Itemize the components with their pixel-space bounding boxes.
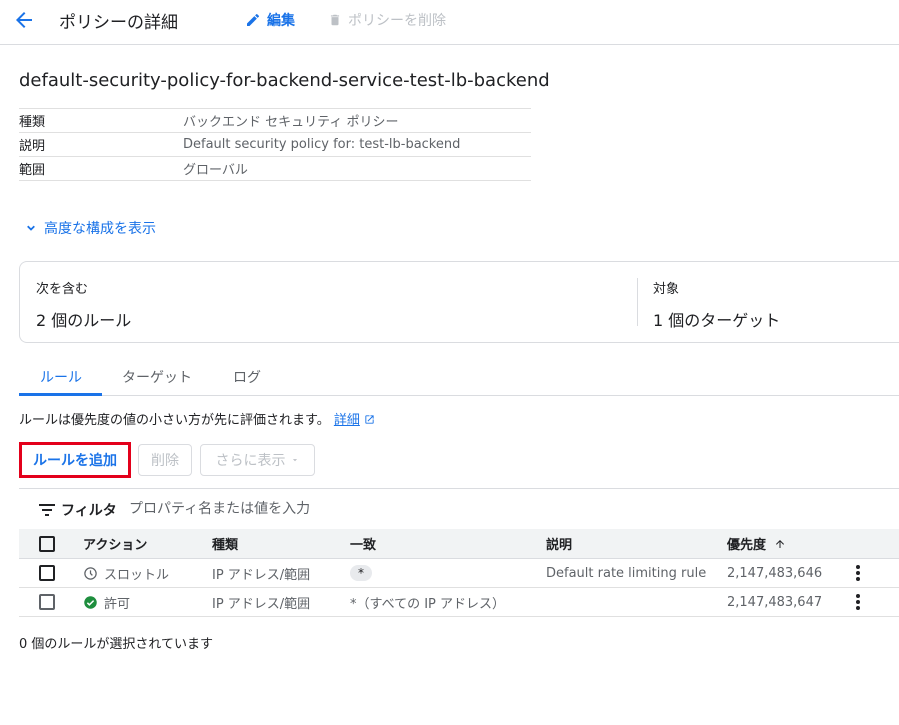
delete-policy-button[interactable]: ポリシーを削除 xyxy=(328,10,446,30)
trash-icon xyxy=(330,14,340,26)
pencil-icon xyxy=(247,13,260,26)
more-label: さらに表示 xyxy=(215,453,286,469)
evaluation-note-text: ルールは優先度の値の小さい方が先に評価されます。 xyxy=(19,413,330,428)
select-all-checkbox[interactable] xyxy=(39,536,55,552)
row-match: * xyxy=(350,565,372,581)
sort-ascending-icon xyxy=(776,539,785,548)
contains-label: 次を含む xyxy=(36,282,89,297)
targets-summary: 対象 1 個のターゲット xyxy=(653,278,780,331)
policy-name: default-security-policy-for-backend-serv… xyxy=(19,70,550,91)
tab-targets[interactable]: ターゲット xyxy=(122,367,192,387)
contains-summary: 次を含む 2 個のルール xyxy=(36,278,131,331)
row-type: IP アドレス/範囲 xyxy=(212,567,311,583)
filter-input[interactable] xyxy=(129,495,529,523)
summary-card: 次を含む 2 個のルール 対象 1 個のターゲット xyxy=(19,261,899,343)
row-match: *（すべての IP アドレス） xyxy=(350,596,506,612)
check-circle-icon xyxy=(84,595,97,609)
rules-table: アクション 種類 一致 説明 優先度 スロットル IP アドレス/範囲 * De… xyxy=(19,529,899,617)
row-kebab-menu-icon[interactable] xyxy=(849,592,867,612)
table-header: アクション 種類 一致 説明 優先度 xyxy=(19,529,899,559)
tab-bar: ルール ターゲット ログ xyxy=(19,361,899,396)
filter-label: フィルタ xyxy=(61,503,117,519)
row-priority: 2,147,483,646 xyxy=(727,565,823,581)
delete-label: 削除 xyxy=(151,453,179,469)
clock-icon xyxy=(84,566,97,580)
header-action[interactable]: アクション xyxy=(83,534,147,553)
tab-rules[interactable]: ルール xyxy=(40,367,82,387)
more-button[interactable]: さらに表示 xyxy=(200,444,315,476)
targets-value: 1 個のターゲット xyxy=(653,311,781,330)
policy-properties: 種類 バックエンド セキュリティ ポリシー 説明 Default securit… xyxy=(19,108,531,181)
header-match[interactable]: 一致 xyxy=(350,534,376,553)
row-type: IP アドレス/範囲 xyxy=(212,596,311,612)
back-arrow-icon[interactable] xyxy=(12,8,36,32)
details-link[interactable]: 詳細 xyxy=(334,413,360,428)
table-row[interactable]: スロットル IP アドレス/範囲 * Default rate limiting… xyxy=(19,559,899,588)
targets-label: 対象 xyxy=(653,282,680,297)
row-action: 許可 xyxy=(83,593,130,612)
row-action: スロットル xyxy=(83,564,169,583)
filter-bar: フィルタ xyxy=(19,488,899,529)
header-priority[interactable]: 優先度 xyxy=(727,534,786,553)
edit-label: 編集 xyxy=(267,13,295,29)
contains-value: 2 個のルール xyxy=(36,311,132,330)
top-bar: ポリシーの詳細 編集 ポリシーを削除 xyxy=(0,0,899,45)
filter-icon xyxy=(39,504,55,516)
dropdown-arrow-icon xyxy=(292,459,297,462)
active-tab-indicator xyxy=(19,393,102,396)
property-value: バックエンド セキュリティ ポリシー xyxy=(183,115,399,130)
delete-policy-label: ポリシーを削除 xyxy=(348,13,446,29)
edit-button[interactable]: 編集 xyxy=(245,10,295,30)
add-rule-button[interactable]: ルールを追加 xyxy=(19,442,131,478)
row-checkbox[interactable] xyxy=(39,565,55,581)
chevron-down-icon xyxy=(27,225,35,231)
selected-count: 0 個のルールが選択されています xyxy=(19,637,214,652)
property-key: 範囲 xyxy=(19,163,46,178)
property-key: 種類 xyxy=(19,115,46,130)
external-link-icon xyxy=(365,415,374,424)
page-title: ポリシーの詳細 xyxy=(59,13,178,33)
row-priority: 2,147,483,647 xyxy=(727,594,823,610)
property-row: 説明 Default security policy for: test-lb-… xyxy=(19,133,531,157)
row-checkbox[interactable] xyxy=(39,594,55,610)
show-advanced-toggle[interactable]: 高度な構成を表示 xyxy=(24,218,156,238)
show-advanced-label: 高度な構成を表示 xyxy=(44,221,156,237)
summary-divider xyxy=(637,278,638,326)
header-description[interactable]: 説明 xyxy=(546,534,572,553)
property-row: 種類 バックエンド セキュリティ ポリシー xyxy=(19,109,531,133)
tab-logs[interactable]: ログ xyxy=(233,367,261,387)
table-row[interactable]: 許可 IP アドレス/範囲 *（すべての IP アドレス） 2,147,483,… xyxy=(19,588,899,617)
property-row: 範囲 グローバル xyxy=(19,157,531,181)
property-value: Default security policy for: test-lb-bac… xyxy=(183,137,461,152)
property-value: グローバル xyxy=(183,163,248,178)
evaluation-note: ルールは優先度の値の小さい方が先に評価されます。 詳細 xyxy=(19,409,375,428)
property-key: 説明 xyxy=(19,139,46,154)
delete-button[interactable]: 削除 xyxy=(138,444,192,476)
header-type[interactable]: 種類 xyxy=(212,534,238,553)
row-description: Default rate limiting rule xyxy=(546,565,707,581)
row-kebab-menu-icon[interactable] xyxy=(849,563,867,583)
